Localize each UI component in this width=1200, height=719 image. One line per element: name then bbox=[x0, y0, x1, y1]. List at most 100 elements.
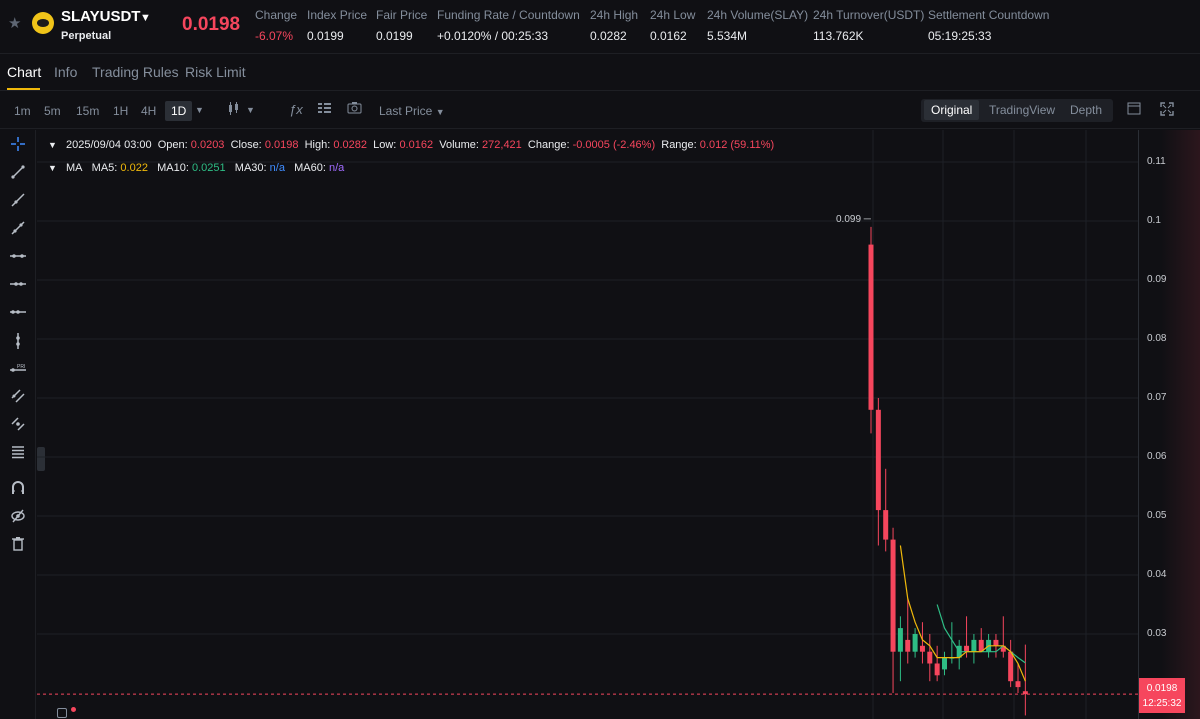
price-line-tool-icon[interactable] bbox=[10, 305, 26, 321]
stat-value: 0.0199 bbox=[307, 29, 344, 43]
price-axis[interactable]: 0.11 0.1 0.09 0.08 0.07 0.06 0.05 0.04 0.03 bbox=[1138, 130, 1200, 719]
stat-value: 05:19:25:33 bbox=[928, 29, 992, 43]
stat-value: 0.0199 bbox=[376, 29, 413, 43]
timeframe-1m[interactable]: 1m bbox=[14, 104, 31, 118]
price-axis-tick: 0.07 bbox=[1147, 392, 1167, 403]
price-type-select[interactable]: Last Price ▼ bbox=[379, 104, 445, 118]
chart-type-dropdown-icon[interactable]: ▼ bbox=[246, 105, 255, 115]
candle-body bbox=[927, 651, 933, 664]
high-price-marker-value: 0.099 bbox=[836, 214, 862, 225]
legend-collapse-icon[interactable]: ▼ bbox=[48, 140, 57, 150]
trendline-tool-icon[interactable] bbox=[10, 165, 26, 181]
price-axis-tick: 0.11 bbox=[1147, 156, 1166, 167]
candle-body bbox=[919, 645, 925, 652]
price-axis-tick: 0.09 bbox=[1147, 274, 1167, 285]
layout-icon[interactable] bbox=[1127, 102, 1141, 118]
coin-logo-icon bbox=[32, 12, 54, 34]
ray-tool-icon[interactable] bbox=[10, 193, 26, 209]
legend-low-label: Low: bbox=[373, 139, 397, 151]
chart-toolbar: 1m 5m 15m 1H 4H 1D ▼ ▼ ƒx Last Price ▼ O… bbox=[0, 92, 1200, 129]
more-timeframes-icon[interactable]: ▼ bbox=[195, 105, 204, 115]
ma-legend-collapse-icon[interactable]: ▼ bbox=[48, 163, 57, 173]
price-axis-tick: 0.06 bbox=[1147, 451, 1167, 462]
chart-settings-icon[interactable] bbox=[318, 102, 331, 117]
ma-title: MA bbox=[65, 162, 83, 174]
fullscreen-icon[interactable] bbox=[1160, 102, 1174, 119]
stat-funding-rate: Funding Rate / Countdown +0.0120% / 00:2… bbox=[437, 8, 580, 43]
price-range-tool-icon[interactable]: PRI bbox=[10, 361, 26, 377]
view-depth[interactable]: Depth bbox=[1070, 103, 1102, 117]
ma30-value: n/a bbox=[269, 162, 285, 174]
indicators-icon[interactable]: ƒx bbox=[289, 102, 303, 117]
timeframe-4h[interactable]: 4H bbox=[141, 104, 156, 118]
ma60-label: MA60: bbox=[294, 162, 326, 174]
timeframe-1h[interactable]: 1H bbox=[113, 104, 128, 118]
candle-body bbox=[993, 639, 999, 646]
ticker-header: ★ SLAYUSDT ▼ Perpetual 0.0198 Change -6.… bbox=[0, 0, 1200, 54]
stat-label: Settlement Countdown bbox=[928, 8, 1050, 22]
vertical-line-tool-icon[interactable] bbox=[10, 333, 26, 349]
view-original[interactable]: Original bbox=[924, 100, 980, 120]
ma5-line bbox=[899, 545, 1026, 682]
stat-label: Change bbox=[255, 8, 298, 22]
timeframe-15m[interactable]: 15m bbox=[76, 104, 99, 118]
candle-body bbox=[890, 539, 896, 652]
price-axis-tick: 0.05 bbox=[1147, 510, 1167, 521]
candle-body bbox=[912, 634, 918, 652]
tab-risk-limit[interactable]: Risk Limit bbox=[185, 64, 246, 80]
svg-text:PRI: PRI bbox=[17, 364, 25, 370]
hide-drawings-eye-icon[interactable] bbox=[10, 509, 26, 525]
stat-label: 24h Turnover(USDT) bbox=[813, 8, 925, 22]
stat-label: 24h High bbox=[590, 8, 639, 22]
candle-body bbox=[934, 663, 940, 676]
contract-type: Perpetual bbox=[61, 30, 112, 42]
stat-index-price: Index Price 0.0199 bbox=[307, 8, 367, 43]
legend-close: 0.0198 bbox=[264, 139, 299, 151]
chart-type-icon[interactable] bbox=[228, 102, 240, 118]
ma5-label: MA5: bbox=[91, 162, 118, 174]
legend-volume: 272,421 bbox=[482, 139, 522, 151]
ma-legend: ▼ MA MA5: 0.022 MA10: 0.0251 MA30: n/a M… bbox=[48, 162, 344, 174]
fib-retracement-tool-icon[interactable] bbox=[10, 445, 26, 461]
candle-body bbox=[875, 409, 881, 511]
ma10-label: MA10: bbox=[157, 162, 189, 174]
horizontal-ray-tool-icon[interactable] bbox=[10, 277, 26, 293]
symbol-name[interactable]: SLAYUSDT bbox=[61, 8, 140, 25]
current-price-value: 0.0198 bbox=[1146, 683, 1178, 694]
view-tradingview[interactable]: TradingView bbox=[989, 103, 1055, 117]
calendar-icon[interactable] bbox=[57, 708, 67, 718]
stat-label: 24h Volume(SLAY) bbox=[707, 8, 809, 22]
magnet-tool-icon[interactable] bbox=[10, 481, 26, 497]
tab-info[interactable]: Info bbox=[54, 64, 77, 80]
legend-high: 0.0282 bbox=[333, 139, 367, 151]
favorite-star-icon[interactable]: ★ bbox=[8, 14, 21, 32]
active-tab-indicator bbox=[7, 88, 40, 90]
timeframe-5m[interactable]: 5m bbox=[44, 104, 61, 118]
candlestick-chart[interactable] bbox=[37, 130, 1138, 719]
legend-change: -0.0005 (-2.46%) bbox=[572, 139, 656, 151]
horizontal-line-tool-icon[interactable] bbox=[10, 249, 26, 265]
ma60-value: n/a bbox=[328, 162, 345, 174]
legend-close-label: Close: bbox=[230, 139, 262, 151]
legend-low: 0.0162 bbox=[399, 139, 434, 151]
price-type-dropdown-icon: ▼ bbox=[435, 107, 445, 117]
extended-line-tool-icon[interactable] bbox=[10, 221, 26, 237]
stat-change: Change -6.07% bbox=[255, 8, 297, 43]
symbol-dropdown-icon[interactable]: ▼ bbox=[140, 12, 151, 24]
stat-label: Fair Price bbox=[376, 8, 428, 22]
delete-drawings-trash-icon[interactable] bbox=[10, 537, 26, 553]
tab-chart[interactable]: Chart bbox=[7, 64, 41, 80]
screenshot-camera-icon[interactable] bbox=[347, 102, 362, 117]
candle-body bbox=[971, 639, 977, 652]
price-axis-tick: 0.03 bbox=[1147, 628, 1167, 639]
crosshair-tool-icon[interactable] bbox=[10, 137, 26, 153]
candle-body bbox=[883, 510, 889, 540]
timeframe-1d[interactable]: 1D bbox=[165, 101, 193, 121]
tab-trading-rules[interactable]: Trading Rules bbox=[92, 64, 179, 80]
legend-high-label: High: bbox=[304, 139, 331, 151]
high-price-marker: 0.099 ─ bbox=[836, 214, 871, 225]
price-axis-tick: 0.1 bbox=[1147, 215, 1161, 226]
parallel-channel-tool-icon[interactable] bbox=[10, 389, 26, 405]
stat-label: 24h Low bbox=[650, 8, 696, 22]
fib-channel-tool-icon[interactable] bbox=[10, 417, 26, 433]
